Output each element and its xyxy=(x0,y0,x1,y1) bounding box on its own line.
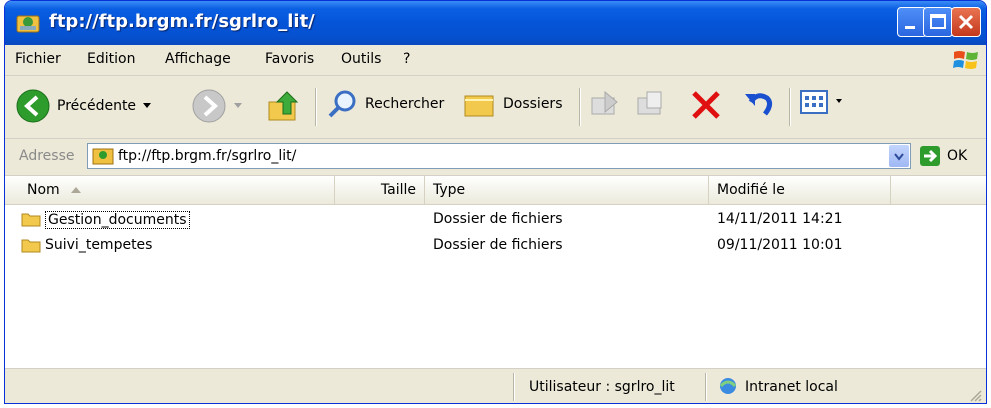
file-name: Suivi_tempetes xyxy=(45,237,153,253)
list-item[interactable]: Gestion_documents Dossier de fichiers 14… xyxy=(5,208,986,232)
menu-help[interactable]: ? xyxy=(403,51,410,67)
back-button[interactable]: Précédente xyxy=(15,88,152,124)
views-button[interactable] xyxy=(799,88,843,116)
move-to-button[interactable] xyxy=(589,88,621,120)
status-bar: Utilisateur : sgrlro_lit Intranet local xyxy=(5,368,986,403)
forward-arrow-icon xyxy=(192,89,226,123)
toolbar-separator xyxy=(315,88,317,126)
up-folder-button[interactable] xyxy=(267,88,303,124)
chevron-down-icon xyxy=(894,153,904,161)
sort-ascending-icon xyxy=(71,187,82,193)
go-arrow-icon xyxy=(920,146,940,166)
close-icon xyxy=(958,14,974,30)
status-zone: Intranet local xyxy=(745,379,838,395)
file-modified: 09/11/2011 10:01 xyxy=(717,237,843,253)
up-folder-icon xyxy=(268,91,299,121)
windows-logo-icon xyxy=(953,51,978,69)
search-icon xyxy=(328,90,356,118)
back-arrow-icon xyxy=(16,89,50,123)
folders-icon xyxy=(464,95,494,117)
close-button[interactable] xyxy=(951,7,981,37)
status-user: Utilisateur : sgrlro_lit xyxy=(529,379,675,395)
menu-edition[interactable]: Edition xyxy=(87,51,135,67)
list-item[interactable]: Suivi_tempetes Dossier de fichiers 09/11… xyxy=(5,234,986,258)
search-button[interactable]: Rechercher xyxy=(327,88,444,120)
folder-icon xyxy=(21,213,41,227)
menu-bar: Fichier Edition Affichage Favoris Outils… xyxy=(5,45,986,76)
maximize-button[interactable] xyxy=(923,7,953,37)
toolbar-separator xyxy=(579,88,581,126)
delete-x-icon xyxy=(692,91,720,119)
go-label: OK xyxy=(947,148,968,164)
menu-affichage[interactable]: Affichage xyxy=(165,51,231,67)
undo-button[interactable] xyxy=(743,88,777,122)
go-button[interactable]: OK xyxy=(919,145,967,167)
chevron-down-icon[interactable] xyxy=(142,102,152,110)
forward-button[interactable] xyxy=(191,88,243,124)
column-name[interactable]: Nom xyxy=(5,176,335,204)
toolbar-separator xyxy=(789,88,791,126)
file-list: Nom Taille Type Modifié le Gestion_docum… xyxy=(5,176,986,368)
column-header: Nom Taille Type Modifié le xyxy=(5,176,986,205)
maximize-icon xyxy=(930,14,946,29)
move-to-icon xyxy=(591,90,618,115)
folder-icon xyxy=(21,239,41,253)
chevron-down-icon[interactable] xyxy=(233,102,243,110)
back-label: Précédente xyxy=(57,98,137,114)
toolbar: Précédente Rechercher Dossiers xyxy=(5,76,986,139)
column-modified[interactable]: Modifié le xyxy=(709,176,891,204)
address-value: ftp://ftp.brgm.fr/sgrlro_lit/ xyxy=(118,148,297,164)
copy-to-button[interactable] xyxy=(635,88,667,120)
chevron-down-icon[interactable] xyxy=(835,98,843,106)
file-type: Dossier de fichiers xyxy=(433,211,563,227)
file-type: Dossier de fichiers xyxy=(433,237,563,253)
file-modified: 14/11/2011 14:21 xyxy=(717,211,843,227)
explorer-window: ftp://ftp.brgm.fr/sgrlro_lit/ Fichier Ed… xyxy=(4,0,987,404)
menu-fichier[interactable]: Fichier xyxy=(15,51,61,67)
ftp-site-icon xyxy=(92,148,114,165)
menu-outils[interactable]: Outils xyxy=(341,51,381,67)
resize-grip-icon[interactable] xyxy=(968,388,982,402)
menu-favoris[interactable]: Favoris xyxy=(265,51,314,67)
ftp-folder-icon xyxy=(16,15,40,33)
views-grid-icon xyxy=(800,90,828,114)
title-bar[interactable]: ftp://ftp.brgm.fr/sgrlro_lit/ xyxy=(5,1,986,45)
window-title: ftp://ftp.brgm.fr/sgrlro_lit/ xyxy=(49,11,315,32)
folders-label: Dossiers xyxy=(503,96,563,112)
address-input[interactable]: ftp://ftp.brgm.fr/sgrlro_lit/ xyxy=(87,143,911,169)
minimize-icon xyxy=(905,26,915,29)
column-size[interactable]: Taille xyxy=(335,176,425,204)
address-label: Adresse xyxy=(19,148,75,164)
file-name: Gestion_documents xyxy=(45,211,190,229)
search-label: Rechercher xyxy=(365,96,445,112)
address-bar: Adresse ftp://ftp.brgm.fr/sgrlro_lit/ OK xyxy=(5,139,986,176)
undo-icon xyxy=(745,93,773,116)
intranet-globe-icon xyxy=(719,378,737,394)
address-dropdown-button[interactable] xyxy=(889,145,909,167)
folders-button[interactable]: Dossiers xyxy=(463,88,563,120)
column-type[interactable]: Type xyxy=(425,176,709,204)
copy-to-icon xyxy=(637,91,662,115)
delete-button[interactable] xyxy=(689,88,723,122)
